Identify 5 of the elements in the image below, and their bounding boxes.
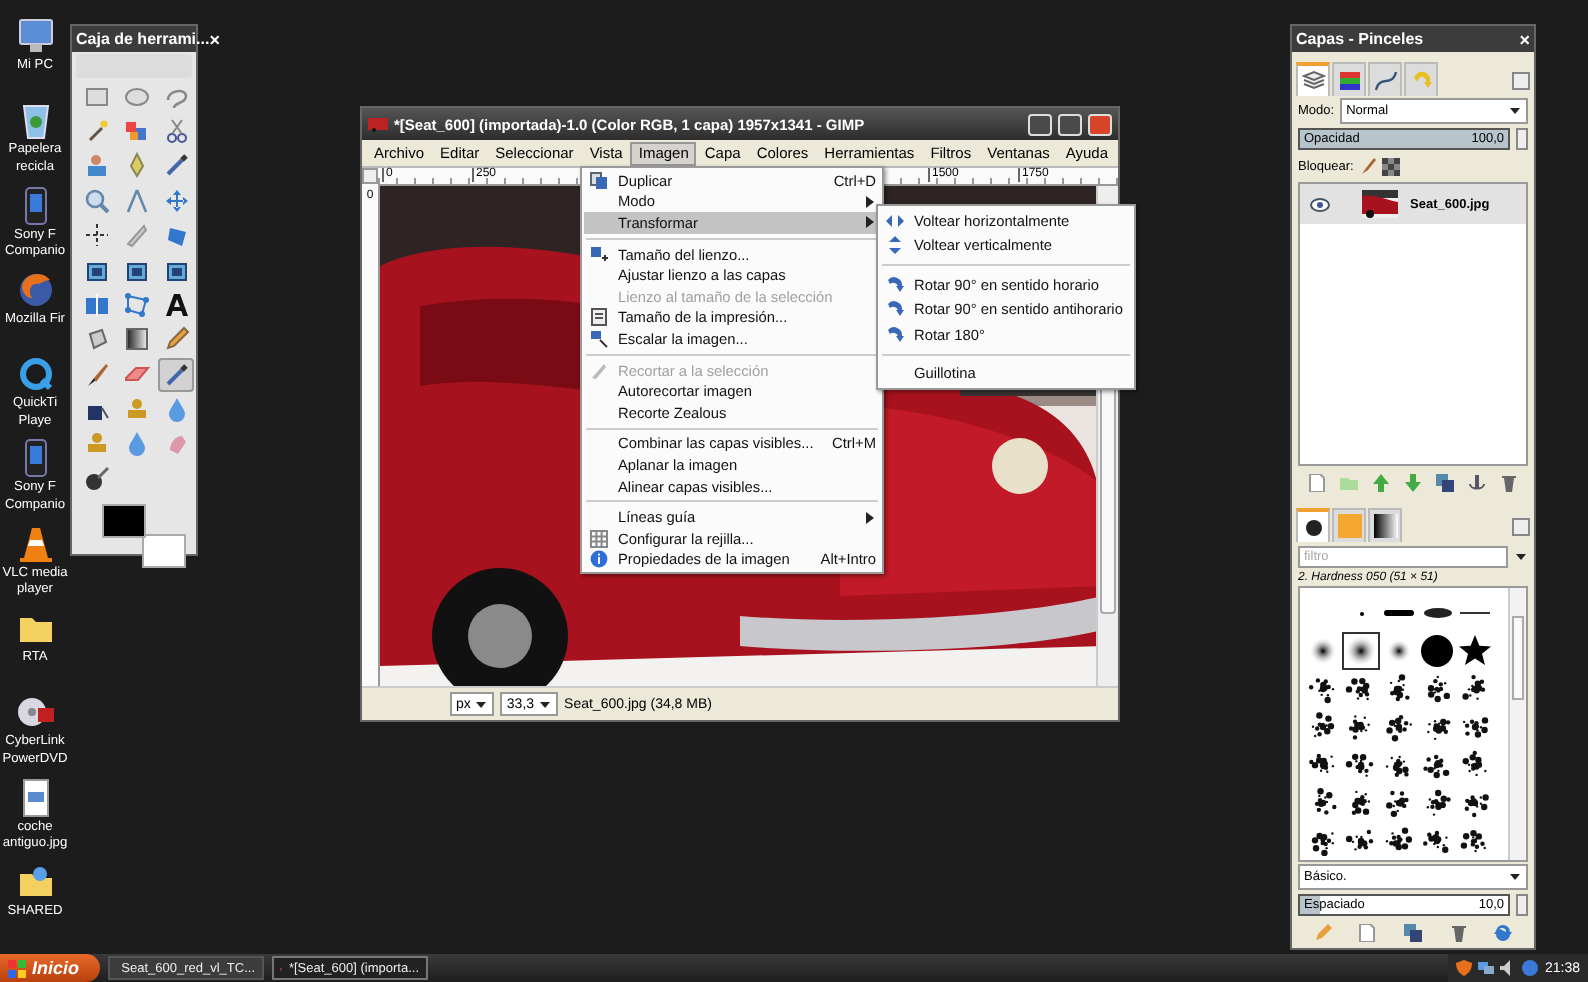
- close-button[interactable]: ×: [1519, 29, 1530, 49]
- window-title: Caja de herrami...: [76, 30, 210, 48]
- window-title: Capas - Pinceles: [1296, 30, 1424, 48]
- start-button[interactable]: Inicio: [0, 954, 100, 982]
- close-button[interactable]: ×: [209, 29, 220, 49]
